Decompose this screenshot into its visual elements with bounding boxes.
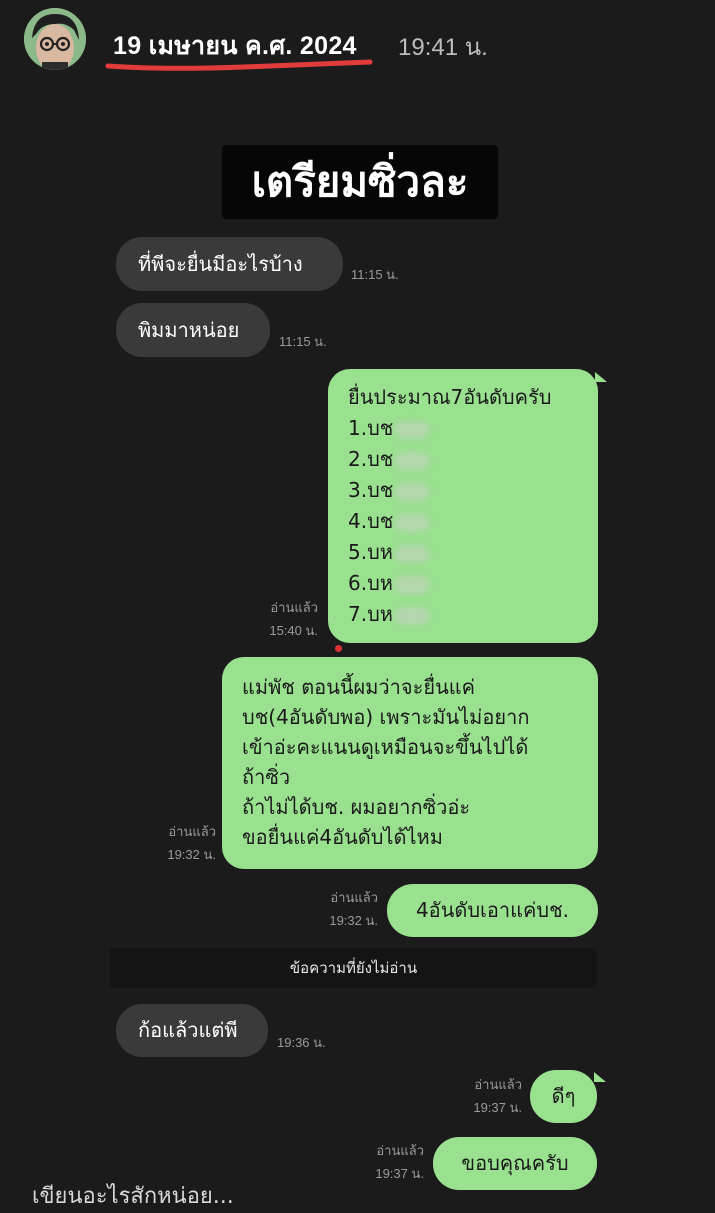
outgoing-message-bubble[interactable]: ยื่นประมาณ7อันดับครับ 1.บช 2.บช 3.บช 4.บ…: [328, 369, 598, 643]
message-time: 19:36 น.: [277, 1035, 326, 1050]
bubble-tail: [595, 372, 607, 382]
message-text: ดีๆ: [551, 1084, 576, 1108]
compose-input[interactable]: เขียนอะไรสักหน่อย...: [32, 1178, 234, 1213]
redacted-blur: [395, 513, 430, 532]
outgoing-message-bubble[interactable]: ดีๆ: [530, 1070, 597, 1123]
message-line: 4.บช: [348, 506, 598, 537]
message-line: แม่พัช ตอนนี้ผมว่าจะยื่นแค่: [242, 675, 476, 699]
message-line: ยื่นประมาณ7อันดับครับ: [348, 385, 552, 409]
message-line: ถ้าซิ่ว: [242, 765, 291, 789]
message-read-status: อ่านแล้ว: [270, 600, 318, 615]
message-time: 19:37 น.: [375, 1166, 424, 1181]
message-line: เข้าอ่ะคะแนนดูเหมือนจะขึ้นไปได้: [242, 735, 529, 759]
message-read-status: อ่านแล้ว: [474, 1077, 522, 1092]
message-read-status: อ่านแล้ว: [376, 1143, 424, 1158]
message-read-status: อ่านแล้ว: [330, 890, 378, 905]
red-dot-marker: [335, 645, 342, 652]
redacted-blur: [395, 451, 430, 470]
incoming-message-bubble[interactable]: พิมมาหน่อย: [116, 303, 270, 357]
message-line: ขอยื่นแค่4อันดับได้ไหม: [242, 825, 443, 849]
bubble-tail: [594, 1072, 606, 1082]
message-text: ขอบคุณครับ: [461, 1151, 569, 1175]
message-read-status: อ่านแล้ว: [168, 824, 216, 839]
redacted-blur: [394, 544, 429, 563]
message-line: 2.บช: [348, 444, 598, 475]
message-time: 19:32 น.: [329, 913, 378, 928]
message-time: 19:32 น.: [167, 847, 216, 862]
message-line: 3.บช: [348, 475, 598, 506]
incoming-message-bubble[interactable]: ที่พีจะยื่นมีอะไรบ้าง: [116, 237, 343, 291]
message-time: 11:15 น.: [279, 334, 327, 349]
compose-placeholder: เขียนอะไรสักหน่อย...: [32, 1184, 234, 1209]
message-time: 19:37 น.: [473, 1100, 522, 1115]
message-line: 1.บช: [348, 413, 598, 444]
redacted-blur: [394, 575, 429, 594]
message-text: ที่พีจะยื่นมีอะไรบ้าง: [138, 251, 303, 276]
message-text: พิมมาหน่อย: [138, 317, 240, 342]
unread-divider-label: ข้อความที่ยังไม่อ่าน: [289, 959, 418, 977]
outgoing-message-bubble[interactable]: 4อันดับเอาแค่บช.: [387, 884, 598, 937]
incoming-message-bubble[interactable]: ก้อแล้วแต่พี: [116, 1004, 268, 1057]
message-time: 11:15 น.: [351, 267, 399, 282]
message-line: 6.บห: [348, 568, 598, 599]
message-line: ถ้าไม่ได้บช. ผมอยากซิ่วอ่ะ: [242, 795, 471, 819]
chat-area: ที่พีจะยื่นมีอะไรบ้าง 11:15 น. พิมมาหน่อ…: [0, 0, 715, 1209]
message-text: 4อันดับเอาแค่บช.: [415, 898, 570, 922]
message-line: 7.บห: [348, 599, 598, 630]
redacted-blur: [394, 606, 429, 625]
message-text: ก้อแล้วแต่พี: [138, 1018, 238, 1042]
message-time: 15:40 น.: [269, 623, 318, 638]
redacted-blur: [395, 482, 430, 501]
redacted-blur: [395, 420, 430, 439]
outgoing-message-bubble[interactable]: แม่พัช ตอนนี้ผมว่าจะยื่นแค่ บช(4อันดับพอ…: [222, 657, 598, 869]
unread-divider: ข้อความที่ยังไม่อ่าน: [110, 948, 597, 988]
message-line: 5.บห: [348, 537, 598, 568]
message-line: บช(4อันดับพอ) เพราะมันไม่อยาก: [242, 705, 530, 729]
outgoing-message-bubble[interactable]: ขอบคุณครับ: [433, 1137, 597, 1190]
